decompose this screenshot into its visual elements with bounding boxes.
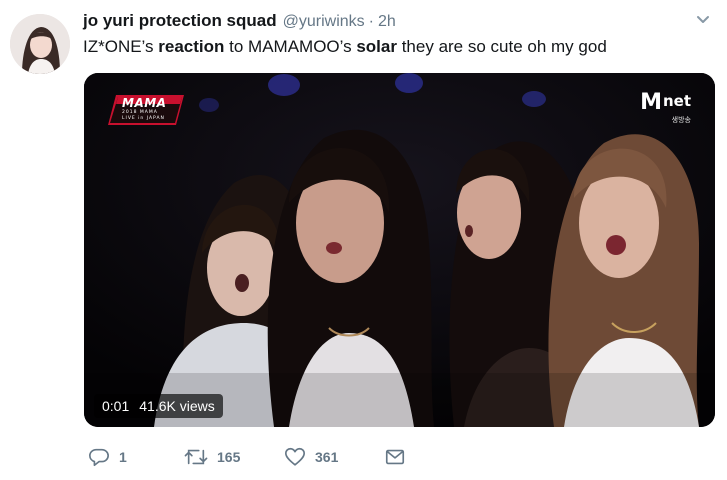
- mama-logo-subtitle: LIVE in JAPAN: [122, 116, 165, 121]
- video-frame: [84, 73, 715, 427]
- like-button[interactable]: 361: [284, 446, 338, 468]
- mnet-logo-subtitle: 생방송: [671, 117, 691, 124]
- mnet-logo: M net 생방송: [640, 90, 691, 125]
- tweet-text: IZ*ONE’s reaction to MAMAMOO’s solar the…: [83, 37, 607, 57]
- separator-dot: ·: [368, 13, 374, 30]
- video-views: 41.6K views: [139, 398, 215, 414]
- direct-message-button[interactable]: [384, 446, 406, 468]
- mnet-logo-net: net: [662, 92, 691, 110]
- mnet-logo-m: M: [640, 90, 662, 115]
- more-options-button[interactable]: [693, 12, 713, 28]
- heart-icon: [285, 447, 305, 466]
- tweet-header: jo yuri protection squad @yuriwinks · 2h: [83, 11, 687, 33]
- reply-icon: [89, 448, 109, 467]
- mama-logo: MAMA 2018 MAMA LIVE in JAPAN: [106, 95, 184, 125]
- reply-count: 1: [119, 449, 127, 465]
- retweet-count: 165: [217, 449, 241, 465]
- like-count: 361: [315, 449, 339, 465]
- mama-logo-subtitle: 2018 MAMA: [122, 110, 158, 115]
- user-handle[interactable]: @yuriwinks: [283, 13, 365, 31]
- video-stats-badge: 0:01 41.6K views: [94, 394, 223, 418]
- avatar-image: [10, 14, 70, 74]
- mama-logo-title: MAMA: [122, 96, 167, 110]
- tweet-actions: 1 165 361: [84, 446, 704, 470]
- reply-button[interactable]: 1: [88, 446, 127, 468]
- retweet-button[interactable]: 165: [184, 446, 240, 468]
- video-player[interactable]: MAMA 2018 MAMA LIVE in JAPAN M net 생방송 0…: [84, 73, 715, 427]
- chevron-down-icon: [697, 16, 709, 23]
- tweet-text-bold: reaction: [158, 37, 225, 56]
- timestamp[interactable]: 2h: [378, 13, 396, 31]
- display-name[interactable]: jo yuri protection squad: [83, 11, 277, 31]
- tweet-text-part: IZ*ONE’s: [83, 37, 159, 56]
- tweet-text-part: they are so cute oh my god: [396, 37, 607, 56]
- tweet-text-bold: solar: [356, 37, 397, 56]
- avatar[interactable]: [10, 14, 70, 74]
- video-duration: 0:01: [102, 398, 130, 414]
- retweet-icon: [184, 449, 208, 465]
- tweet[interactable]: jo yuri protection squad @yuriwinks · 2h…: [0, 0, 727, 480]
- envelope-icon: [385, 449, 405, 465]
- tweet-text-part: to MAMAMOO’s: [224, 37, 357, 56]
